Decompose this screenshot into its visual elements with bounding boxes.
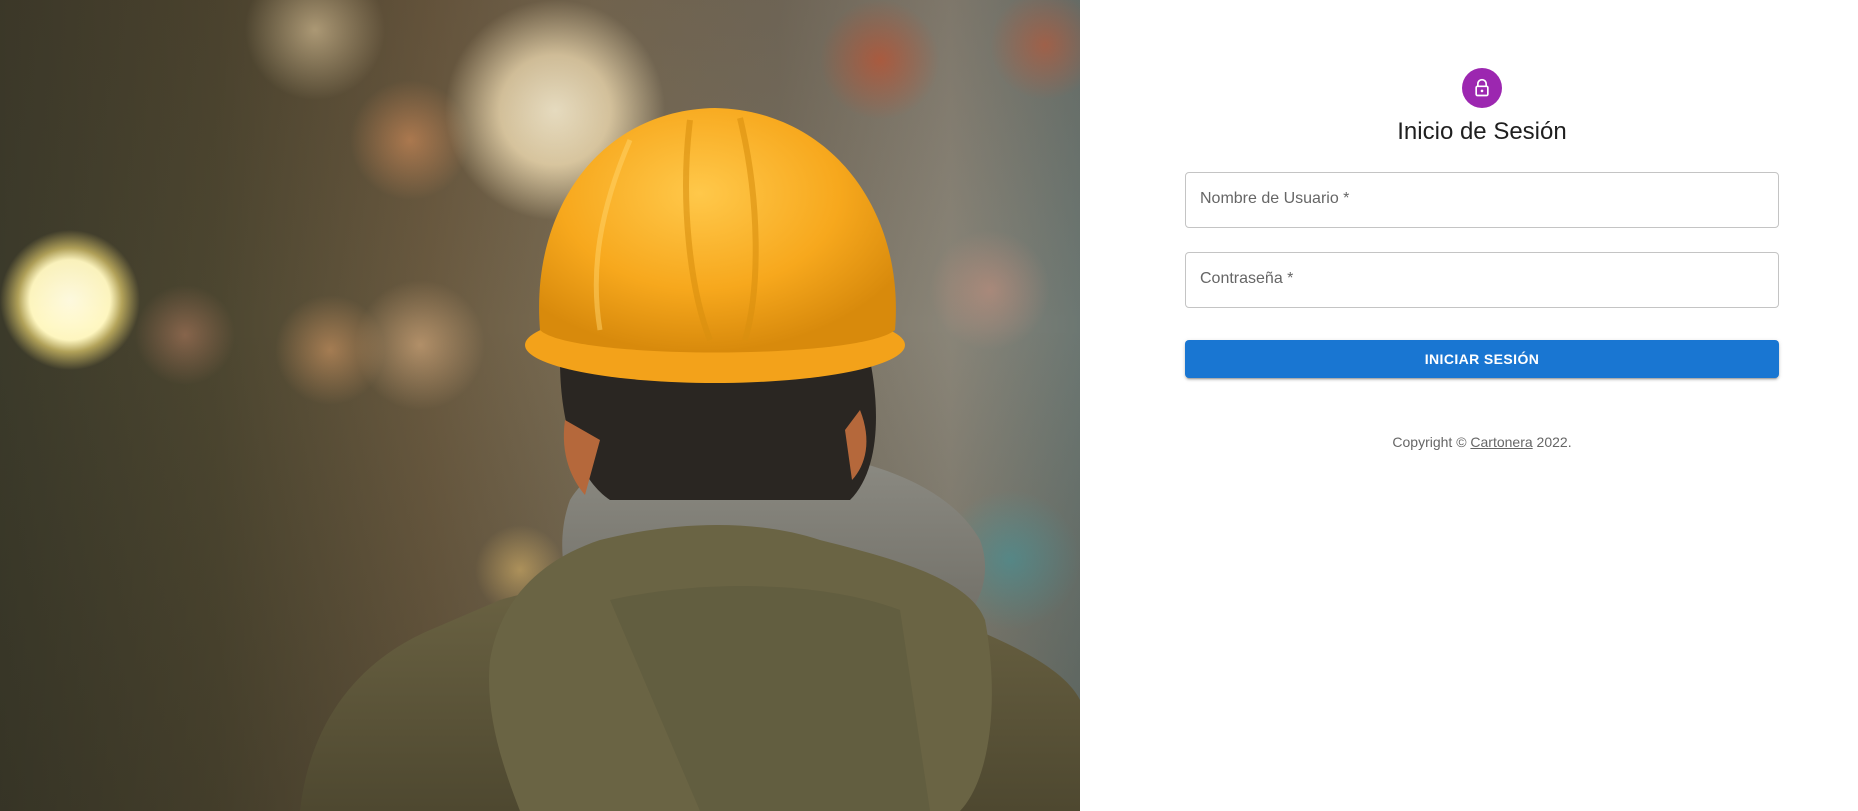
- hero-photo: [0, 0, 1080, 811]
- brand-link[interactable]: Cartonera: [1470, 434, 1532, 450]
- worker-illustration: [300, 108, 1080, 811]
- login-form: Inicio de Sesión Nombre de Usuario * Con…: [1185, 68, 1779, 450]
- copyright-suffix: 2022.: [1532, 434, 1572, 450]
- page-title: Inicio de Sesión: [1397, 118, 1567, 145]
- lock-avatar: [1462, 68, 1502, 108]
- username-input[interactable]: [1186, 173, 1778, 227]
- copyright: Copyright © Cartonera 2022.: [1392, 434, 1571, 450]
- password-field[interactable]: Contraseña *: [1185, 252, 1779, 308]
- login-panel: Inicio de Sesión Nombre de Usuario * Con…: [1080, 0, 1858, 811]
- copyright-prefix: Copyright ©: [1392, 434, 1471, 450]
- lock-icon: [1475, 78, 1489, 97]
- password-input[interactable]: [1186, 253, 1778, 307]
- login-button[interactable]: INICIAR SESIÓN: [1185, 340, 1779, 378]
- username-field[interactable]: Nombre de Usuario *: [1185, 172, 1779, 228]
- login-page: Inicio de Sesión Nombre de Usuario * Con…: [0, 0, 1858, 811]
